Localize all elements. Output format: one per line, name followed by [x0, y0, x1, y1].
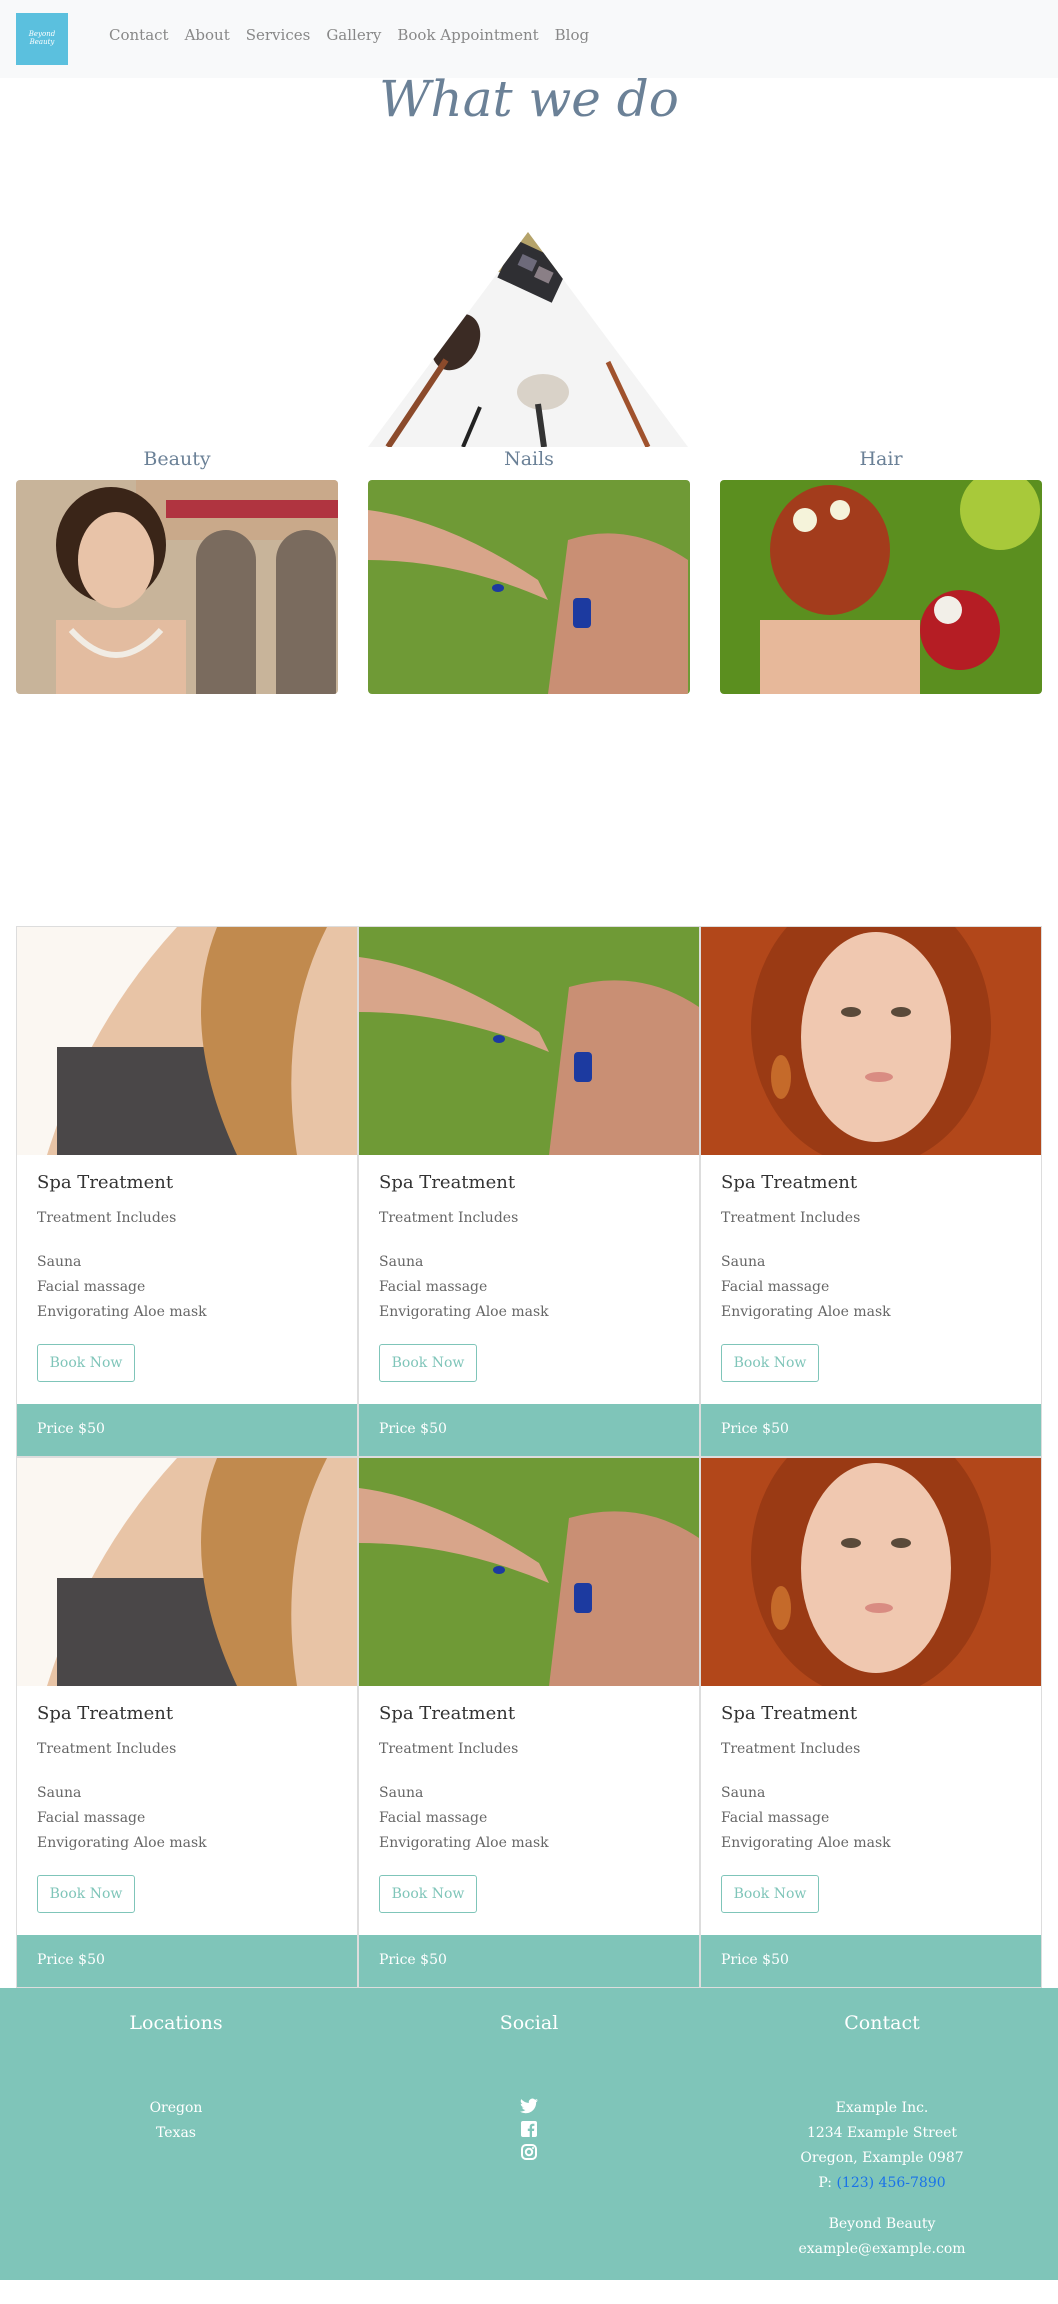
contact-city: Oregon, Example 0987: [800, 2150, 964, 2166]
hair-image: [720, 480, 1042, 694]
nav-links: Contact About Services Gallery Book Appo…: [109, 26, 589, 44]
nav-link-gallery[interactable]: Gallery: [326, 26, 381, 44]
footer-locations-heading: Locations: [129, 2012, 223, 2034]
logo[interactable]: Beyond Beauty: [16, 13, 68, 65]
service-card-list: Sauna Facial massage Envigorating Aloe mas…: [379, 1781, 549, 1856]
service-card-list-item: Sauna: [721, 1785, 766, 1801]
service-card-image: [701, 927, 1041, 1155]
service-card-list-item: Facial massage: [379, 1810, 488, 1826]
service-card-subtitle: Treatment Includes: [721, 1741, 861, 1757]
navbar: Beyond Beauty Contact About Services Gal…: [0, 0, 1058, 78]
location-oregon: Oregon: [149, 2100, 203, 2116]
service-card-list: Sauna Facial massage Envigorating Aloe mas…: [37, 1781, 207, 1856]
footer-social-heading: Social: [499, 2012, 559, 2034]
service-card-image: [359, 927, 699, 1155]
instagram-icon[interactable]: [521, 2144, 537, 2160]
beauty-image: [16, 480, 338, 694]
nav-link-blog[interactable]: Blog: [555, 26, 589, 44]
category-label-nails: Nails: [504, 448, 554, 470]
service-card: Spa Treatment Treatment Includes Sauna Faci…: [358, 926, 700, 1457]
book-now-button[interactable]: Book Now: [37, 1344, 135, 1382]
service-card-image: [701, 1458, 1041, 1686]
service-card-list-item: Facial massage: [721, 1810, 830, 1826]
service-card-list: Sauna Facial massage Envigorating Aloe mas…: [721, 1250, 891, 1325]
service-card-list-item: Facial massage: [721, 1279, 830, 1295]
service-card-price: Price $50: [17, 1404, 357, 1456]
service-card-price: Price $50: [359, 1935, 699, 1987]
book-now-button[interactable]: Book Now: [721, 1875, 819, 1913]
footer-contact-heading: Contact: [844, 2012, 920, 2034]
service-card-list-item: Sauna: [37, 1254, 82, 1270]
service-card-subtitle: Treatment Includes: [721, 1210, 861, 1226]
service-card-title: Spa Treatment: [379, 1172, 516, 1193]
book-now-button[interactable]: Book Now: [379, 1875, 477, 1913]
service-card-list-item: Sauna: [379, 1254, 424, 1270]
service-card-list-item: Envigorating Aloe mask: [37, 1835, 207, 1851]
nav-link-services[interactable]: Services: [246, 26, 311, 44]
service-card-list: Sauna Facial massage Envigorating Aloe mas…: [721, 1781, 891, 1856]
service-card-image: [359, 1458, 699, 1686]
nails-image: [368, 480, 690, 694]
book-now-button[interactable]: Book Now: [379, 1344, 477, 1382]
service-card-title: Spa Treatment: [721, 1172, 858, 1193]
phone-link[interactable]: (123) 456-7890: [836, 2175, 945, 2191]
nav-link-about[interactable]: About: [185, 26, 230, 44]
service-card-price: Price $50: [359, 1404, 699, 1456]
service-card-image: [17, 927, 357, 1155]
service-card-list-item: Facial massage: [37, 1279, 146, 1295]
contact-street: 1234 Example Street: [806, 2125, 958, 2141]
footer: Locations Oregon Texas Social Contact Ex…: [0, 1988, 1058, 2280]
service-card-list-item: Sauna: [721, 1254, 766, 1270]
service-card-title: Spa Treatment: [37, 1172, 174, 1193]
nav-link-contact[interactable]: Contact: [109, 26, 169, 44]
service-card-list: Sauna Facial massage Envigorating Aloe mas…: [379, 1250, 549, 1325]
service-card-subtitle: Treatment Includes: [379, 1741, 519, 1757]
page-title: What we do: [379, 70, 679, 128]
contact-brand: Beyond Beauty: [828, 2216, 936, 2232]
facebook-icon[interactable]: [521, 2121, 537, 2137]
service-card-list-item: Facial massage: [379, 1279, 488, 1295]
phone-prefix: P:: [818, 2175, 832, 2191]
service-card-list-item: Envigorating Aloe mask: [37, 1304, 207, 1320]
nav-link-book-appointment[interactable]: Book Appointment: [397, 26, 538, 44]
location-texas: Texas: [156, 2125, 196, 2141]
category-label-beauty: Beauty: [143, 448, 211, 470]
book-now-button[interactable]: Book Now: [37, 1875, 135, 1913]
service-card-list-item: Sauna: [37, 1785, 82, 1801]
service-card-list: Sauna Facial massage Envigorating Aloe mas…: [37, 1250, 207, 1325]
service-card: Spa Treatment Treatment Includes Sauna Faci…: [700, 1457, 1042, 1988]
service-card-list-item: Envigorating Aloe mask: [721, 1304, 891, 1320]
service-card-title: Spa Treatment: [721, 1703, 858, 1724]
service-card: Spa Treatment Treatment Includes Sauna Faci…: [358, 1457, 700, 1988]
service-card: Spa Treatment Treatment Includes Sauna Faci…: [700, 926, 1042, 1457]
service-card-list-item: Facial massage: [37, 1810, 146, 1826]
service-card-image: [17, 1458, 357, 1686]
service-card-subtitle: Treatment Includes: [37, 1741, 177, 1757]
category-label-hair: Hair: [859, 448, 903, 470]
twitter-icon[interactable]: [520, 2098, 538, 2114]
service-card-list-item: Sauna: [379, 1785, 424, 1801]
service-card-title: Spa Treatment: [37, 1703, 174, 1724]
service-card-list-item: Envigorating Aloe mask: [379, 1304, 549, 1320]
service-card-price: Price $50: [701, 1404, 1041, 1456]
makeup-triangle-image: [368, 232, 688, 447]
contact-email[interactable]: example@example.com: [706, 2237, 1058, 2262]
service-card-price: Price $50: [701, 1935, 1041, 1987]
service-card-subtitle: Treatment Includes: [379, 1210, 519, 1226]
service-card-list-item: Envigorating Aloe mask: [379, 1835, 549, 1851]
logo-text: Beyond Beauty: [28, 30, 56, 46]
service-card: Spa Treatment Treatment Includes Sauna Faci…: [16, 926, 358, 1457]
service-card-subtitle: Treatment Includes: [37, 1210, 177, 1226]
contact-phone-row: P: (123) 456-7890: [706, 2171, 1058, 2196]
service-card-list-item: Envigorating Aloe mask: [721, 1835, 891, 1851]
service-card-title: Spa Treatment: [379, 1703, 516, 1724]
page-bottom: [0, 2280, 1058, 2304]
contact-company: Example Inc.: [835, 2100, 929, 2116]
book-now-button[interactable]: Book Now: [721, 1344, 819, 1382]
service-card: Spa Treatment Treatment Includes Sauna Faci…: [16, 1457, 358, 1988]
service-card-price: Price $50: [17, 1935, 357, 1987]
